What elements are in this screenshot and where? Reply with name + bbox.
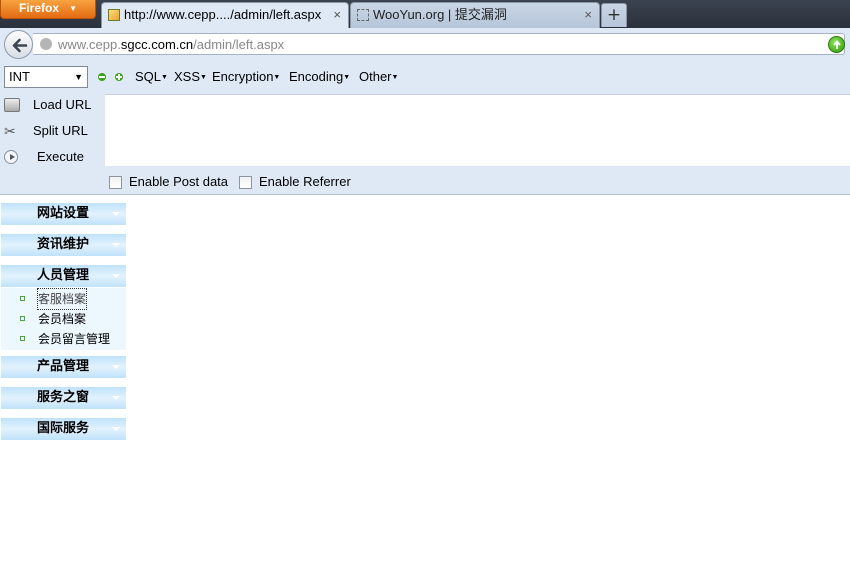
navigation-bar: www.cepp.sgcc.com.cn/admin/left.aspx [0,28,850,61]
checkbox-box[interactable] [109,176,122,189]
menu-encryption[interactable]: Encryption▼ [212,69,280,84]
firefox-menu-label: Firefox [19,1,60,15]
submenu-item[interactable]: 会员留言管理 [1,329,126,349]
menu-group-title: 资讯维护 [36,237,89,252]
submenu-link[interactable]: 会员留言管理 [38,329,110,349]
close-icon[interactable]: × [584,3,592,27]
blank-page-icon [357,9,369,21]
firefox-menu-button[interactable]: Firefox ▼ [0,0,96,19]
hackbar-panel: INT ▼ SQL▼ XSS▼ Encryption▼ Encoding▼ Ot… [0,61,850,195]
url-bar[interactable]: www.cepp.sgcc.com.cn/admin/left.aspx [33,33,845,55]
menu-group-products[interactable]: 产品管理 [1,356,126,378]
title-bar: Firefox ▼ http://www.cepp..../admin/left… [0,0,850,28]
chevron-down-icon [112,274,120,278]
plus-icon[interactable] [115,73,123,81]
menu-xss[interactable]: XSS▼ [174,69,207,84]
chevron-down-icon: ▼ [74,72,83,82]
menu-group-staff[interactable]: 人员管理 [1,265,126,287]
execute-label: Execute [37,149,84,164]
menu-sql[interactable]: SQL▼ [135,69,168,84]
submenu-link[interactable]: 会员档案 [38,309,86,329]
checkbox-box[interactable] [239,176,252,189]
bullet-icon [20,316,25,321]
chevron-down-icon [112,365,120,369]
url-textarea[interactable] [105,94,850,166]
menu-group-site-settings[interactable]: 网站设置 [1,203,126,225]
menu-group-news[interactable]: 资讯维护 [1,234,126,256]
page-favicon-icon [108,9,120,21]
menu-group-international[interactable]: 国际服务 [1,418,126,440]
arrow-up-icon [833,40,841,49]
load-url-label: Load URL [33,97,92,112]
go-button[interactable] [828,36,845,53]
submenu-item[interactable]: 会员档案 [1,309,126,329]
minus-icon[interactable] [98,73,106,81]
tab-title: http://www.cepp..../admin/left.aspx [124,7,322,22]
globe-icon [40,38,52,50]
split-url-label: Split URL [33,123,88,138]
checkbox-label: Enable Referrer [259,174,351,189]
submenu-link[interactable]: 客服档案 [36,288,88,310]
submenu-item[interactable]: 客服档案 [1,288,126,310]
execute-button[interactable]: Execute [0,145,104,169]
menu-group-title: 国际服务 [36,421,89,436]
close-icon[interactable]: × [333,3,341,27]
url-text[interactable]: www.cepp.sgcc.com.cn/admin/left.aspx [58,34,284,55]
menu-other[interactable]: Other▼ [359,69,398,84]
load-url-icon [4,98,20,112]
tab-wooyun[interactable]: WooYun.org | 提交漏洞 × [350,2,600,28]
type-select-value: INT [9,69,30,84]
tab-admin-left[interactable]: http://www.cepp..../admin/left.aspx × [101,2,349,28]
menu-encoding[interactable]: Encoding▼ [289,69,350,84]
type-select[interactable]: INT ▼ [4,66,88,88]
split-url-button[interactable]: ✂ Split URL [0,119,104,143]
play-icon [4,150,18,164]
menu-group-title: 服务之窗 [36,390,89,405]
checkbox-label: Enable Post data [129,174,229,189]
chevron-down-icon: ▼ [69,4,77,13]
staff-submenu: 客服档案 会员档案 会员留言管理 [1,288,126,350]
back-button[interactable] [4,30,33,59]
menu-group-title: 产品管理 [36,359,89,374]
back-arrow-icon [12,38,28,53]
bullet-icon [20,296,25,301]
menu-group-title: 人员管理 [36,268,89,283]
chevron-down-icon [112,243,120,247]
menu-group-service-window[interactable]: 服务之窗 [1,387,126,409]
bullet-icon [20,336,25,341]
tab-title: WooYun.org | 提交漏洞 [373,7,507,22]
chevron-down-icon [112,396,120,400]
chevron-down-icon [112,212,120,216]
scissors-icon: ✂ [4,123,16,139]
menu-group-title: 网站设置 [36,206,89,221]
new-tab-button[interactable]: + [601,3,627,27]
chevron-down-icon [112,427,120,431]
load-url-button[interactable]: Load URL [0,93,104,117]
